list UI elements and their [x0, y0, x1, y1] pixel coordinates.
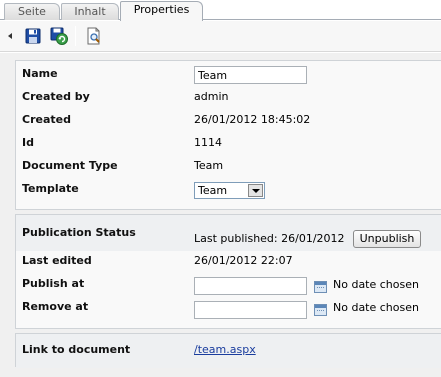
remove-at-status: No date chosen — [333, 301, 419, 314]
publish-at-label: Publish at — [22, 277, 85, 290]
publication-status-label: Publication Status — [22, 226, 136, 239]
calendar-icon[interactable] — [314, 304, 327, 316]
created-value: 26/01/2012 18:45:02 — [194, 113, 311, 126]
calendar-icon[interactable] — [314, 281, 327, 293]
publish-at-input[interactable] — [194, 277, 307, 295]
document-type-value: Team — [194, 159, 224, 172]
name-label: Name — [22, 67, 58, 80]
last-edited-label: Last edited — [22, 254, 92, 267]
remove-at-label: Remove at — [22, 300, 89, 313]
created-label: Created — [22, 113, 71, 126]
remove-at-input[interactable] — [194, 301, 307, 319]
document-link[interactable]: /team.aspx — [194, 343, 256, 357]
template-label: Template — [22, 182, 79, 195]
tab-properties[interactable]: Properties — [120, 1, 203, 21]
id-label: Id — [22, 136, 34, 149]
toolbar — [0, 21, 441, 52]
preview-icon — [87, 27, 100, 45]
tab-bar: Seite Inhalt Properties — [0, 0, 441, 21]
publication-panel: Publication Status Last published: 26/01… — [15, 214, 441, 329]
template-selected-value: Team — [198, 184, 228, 197]
id-value: 1114 — [194, 136, 222, 149]
document-type-label: Document Type — [22, 159, 118, 172]
created-by-value: admin — [194, 90, 229, 103]
tab-seite[interactable]: Seite — [4, 3, 60, 20]
tab-inhalt[interactable]: Inhalt — [61, 3, 119, 20]
name-input[interactable] — [194, 66, 307, 84]
document-properties-panel: Name Created by admin Created 26/01/2012… — [15, 60, 441, 210]
save-button[interactable] — [24, 27, 42, 45]
publish-at-status: No date chosen — [333, 278, 419, 291]
save-and-publish-button[interactable] — [50, 27, 68, 45]
properties-content: Name Created by admin Created 26/01/2012… — [0, 53, 441, 377]
link-to-document-label: Link to document — [22, 343, 131, 356]
save-and-publish-icon — [50, 27, 68, 45]
template-select[interactable]: Team — [194, 182, 265, 199]
save-icon — [25, 28, 41, 44]
created-by-label: Created by — [22, 90, 90, 103]
toolbar-separator — [75, 26, 76, 46]
publication-status-value: Last published: 26/01/2012 — [194, 232, 345, 245]
last-edited-value: 26/01/2012 22:07 — [194, 254, 293, 267]
preview-button[interactable] — [85, 27, 103, 45]
chevron-down-icon[interactable] — [248, 184, 263, 197]
unpublish-button[interactable]: Unpublish — [353, 230, 421, 248]
toolbar-grip-icon[interactable] — [8, 33, 12, 39]
link-panel: Link to document /team.aspx — [15, 333, 441, 368]
